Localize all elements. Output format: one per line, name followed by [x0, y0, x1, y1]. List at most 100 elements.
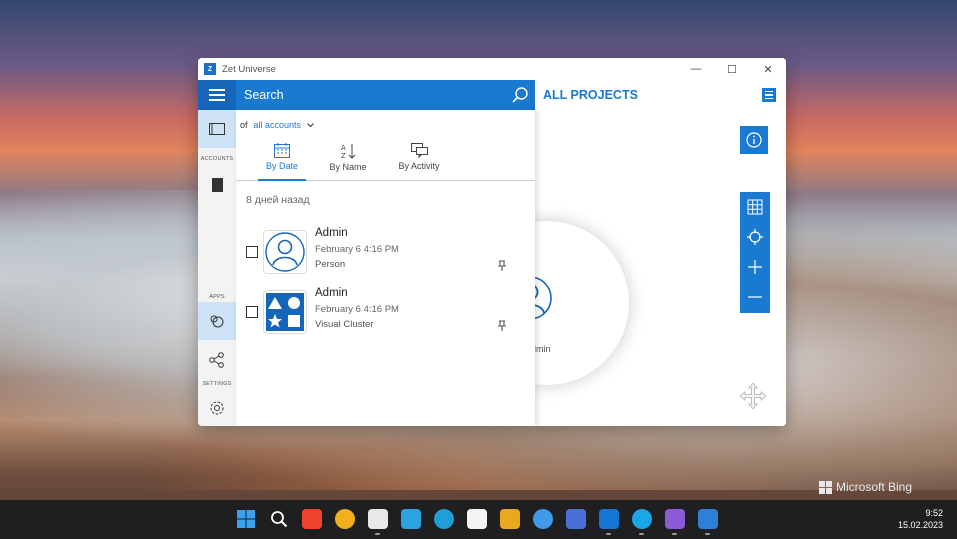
list-item[interactable]: Admin February 6 4:16 PM Visual Cluster — [236, 286, 535, 344]
rail-item-connections[interactable] — [198, 346, 236, 374]
tab-by-name[interactable]: AZ By Name — [325, 143, 371, 181]
sort-az-icon: AZ — [341, 144, 356, 159]
item-checkbox[interactable] — [246, 246, 258, 258]
item-thumbnail — [263, 290, 307, 334]
rail-item-account[interactable] — [198, 170, 236, 200]
close-button[interactable]: ✕ — [750, 58, 786, 80]
gear-icon — [210, 401, 224, 415]
tab-by-date[interactable]: By Date — [258, 143, 306, 181]
left-rail: ACCOUNTS APPS SETTINGS — [198, 110, 236, 426]
maximize-button[interactable]: ☐ — [714, 58, 750, 80]
zet-universe-window: Z Zet Universe — ☐ ✕ ALL PROJECTS ACCOUN… — [198, 58, 786, 426]
clock-date: 15.02.2023 — [897, 520, 943, 530]
accounts-filter-dropdown[interactable]: all accounts — [254, 120, 302, 130]
list-item[interactable]: Admin February 6 4:16 PM Person — [236, 226, 535, 284]
projects-icon — [209, 123, 225, 135]
search-icon[interactable] — [511, 86, 529, 104]
telegram-icon[interactable] — [401, 509, 421, 529]
search-input[interactable] — [236, 88, 496, 102]
tab-by-date-label: By Date — [265, 161, 298, 171]
start-icon[interactable] — [236, 509, 256, 529]
clock-time: 9:52 — [925, 508, 943, 518]
notepad-icon[interactable] — [533, 509, 553, 529]
zoom-in-button[interactable] — [740, 252, 770, 282]
running-indicator — [639, 533, 644, 535]
rail-item-settings[interactable] — [198, 394, 236, 422]
item-type: Person — [315, 259, 346, 270]
rail-item-projects[interactable] — [198, 110, 236, 148]
projects-title: ALL PROJECTS — [543, 88, 638, 102]
yandex-browser-icon[interactable] — [467, 509, 487, 529]
calendar-icon — [274, 143, 290, 158]
bing-watermark: Microsoft Bing — [819, 480, 912, 494]
tab-by-name-label: By Name — [329, 162, 367, 172]
tab-by-activity[interactable]: By Activity — [396, 143, 442, 181]
apps-icon — [210, 315, 224, 328]
accounts-label: ACCOUNTS — [200, 156, 234, 162]
accounts-filter-row: of all accounts — [240, 120, 314, 130]
hamburger-menu-button[interactable] — [198, 80, 236, 110]
group-header: 8 дней назад — [246, 194, 310, 206]
shapes-icon — [266, 293, 304, 331]
running-indicator — [705, 533, 710, 535]
running-indicator — [672, 533, 677, 535]
grid-icon — [747, 199, 763, 215]
move-icon[interactable] — [739, 382, 767, 410]
project-canvas[interactable]: Admin — [465, 110, 786, 426]
pin-icon[interactable] — [497, 260, 507, 272]
skype-icon[interactable] — [632, 509, 652, 529]
bing-logo-icon — [819, 480, 832, 494]
info-button[interactable] — [740, 126, 768, 154]
apps-label: APPS — [209, 294, 225, 300]
running-indicator — [375, 533, 380, 535]
share-icon — [209, 352, 224, 368]
svg-text:Z: Z — [341, 152, 346, 159]
outlook-icon[interactable] — [599, 509, 619, 529]
minimize-button[interactable]: — — [678, 58, 714, 80]
taskbar: 9:52 15.02.2023 — [0, 500, 957, 539]
window-title: Zet Universe — [222, 63, 276, 75]
floppy-icon[interactable] — [566, 509, 586, 529]
item-checkbox[interactable] — [246, 306, 258, 318]
info-icon — [746, 132, 762, 148]
zoom-out-button[interactable] — [740, 282, 770, 312]
notebook-icon — [212, 178, 223, 192]
file-explorer-icon[interactable] — [335, 509, 355, 529]
running-indicator — [606, 533, 611, 535]
item-name: Admin — [315, 287, 348, 299]
of-label: of — [240, 120, 248, 130]
person-icon — [265, 232, 305, 272]
item-thumbnail — [263, 230, 307, 274]
svg-text:A: A — [341, 144, 346, 152]
yandex-icon[interactable] — [302, 509, 322, 529]
item-date: February 6 4:16 PM — [315, 244, 399, 255]
sort-tabs: By Date AZ By Name By Activity — [236, 143, 535, 181]
tab-by-activity-label: By Activity — [398, 161, 440, 171]
chevron-down-icon[interactable] — [307, 122, 314, 128]
recent-items-panel: of all accounts By Date AZ By Name By Ac… — [236, 110, 535, 426]
edge-icon[interactable] — [434, 509, 454, 529]
zet-universe-icon[interactable] — [698, 509, 718, 529]
bing-text: Microsoft Bing — [836, 480, 913, 494]
pin-icon[interactable] — [497, 320, 507, 332]
item-name: Admin — [315, 227, 348, 239]
canvas-toolbar — [740, 192, 770, 313]
locate-button[interactable] — [740, 222, 770, 252]
search-bar — [236, 80, 535, 110]
app-bar: ALL PROJECTS — [198, 80, 786, 110]
system-clock[interactable]: 9:52 15.02.2023 — [898, 507, 943, 531]
target-icon — [747, 229, 763, 245]
title-bar: Z Zet Universe — ☐ ✕ — [198, 58, 786, 80]
chrome-icon[interactable] — [500, 509, 520, 529]
settings-label: SETTINGS — [202, 381, 232, 387]
item-date: February 6 4:16 PM — [315, 304, 399, 315]
minus-icon — [748, 296, 762, 298]
store-icon[interactable] — [368, 509, 388, 529]
grid-button[interactable] — [740, 192, 770, 222]
chat-icon — [410, 143, 428, 158]
search-icon[interactable] — [269, 509, 289, 529]
visual-studio-icon[interactable] — [665, 509, 685, 529]
rail-item-apps[interactable] — [198, 302, 236, 340]
list-view-icon[interactable] — [762, 88, 776, 102]
item-type: Visual Cluster — [315, 319, 374, 330]
